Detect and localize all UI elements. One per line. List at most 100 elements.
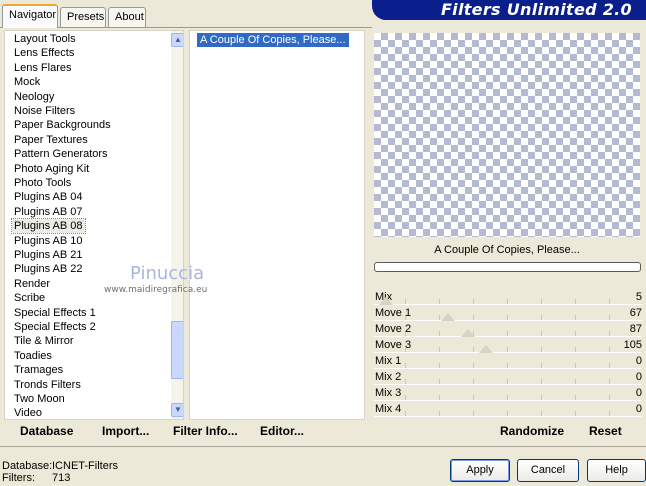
scroll-up-button[interactable]: ▲	[171, 33, 183, 47]
param-row[interactable]: Mix 2 0	[372, 370, 642, 386]
help-label: Help	[605, 464, 628, 476]
category-scrollbar[interactable]: ▲ ▼	[171, 31, 183, 419]
param-value: 0	[635, 355, 642, 367]
param-track	[374, 368, 642, 369]
editor-label: Editor...	[260, 424, 305, 438]
randomize-button[interactable]: Randomize	[500, 424, 564, 438]
category-item[interactable]: Two Moon	[12, 392, 67, 406]
param-track	[374, 320, 642, 321]
cancel-button[interactable]: Cancel	[517, 459, 579, 482]
param-slider-thumb[interactable]	[478, 345, 493, 353]
category-item[interactable]: Tramages	[12, 363, 65, 377]
param-track	[374, 416, 642, 417]
category-item[interactable]: Photo Aging Kit	[12, 162, 91, 176]
tab-presets[interactable]: Presets	[60, 7, 106, 27]
filter-info-button[interactable]: Filter Info...	[173, 424, 238, 438]
filters-status-label: Filters:	[2, 472, 35, 484]
param-value: 0	[635, 387, 642, 399]
apply-button[interactable]: Apply	[450, 459, 510, 482]
category-item[interactable]: Lens Flares	[12, 61, 73, 75]
category-item[interactable]: Neology	[12, 90, 56, 104]
category-item[interactable]: Tronds Filters	[12, 378, 83, 392]
param-value: 0	[635, 371, 642, 383]
category-list[interactable]: ▲ ▼ Layout Tools Lens Effects Lens Flares M…	[4, 30, 184, 420]
param-slider-thumb[interactable]	[440, 313, 455, 321]
category-item[interactable]: Render	[12, 277, 52, 291]
category-item[interactable]: Layout Tools	[12, 32, 78, 46]
param-value: 67	[629, 307, 642, 319]
param-row[interactable]: Mix 3 0	[372, 386, 642, 402]
category-item[interactable]: Toadies	[12, 349, 54, 363]
tab-label: About	[115, 11, 144, 23]
scroll-down-button[interactable]: ▼	[171, 403, 183, 417]
help-button[interactable]: Help	[587, 459, 646, 482]
category-item[interactable]: Photo Tools	[12, 176, 73, 190]
category-item[interactable]: Scribe	[12, 291, 47, 305]
tab-navigator[interactable]: Navigator	[2, 4, 58, 28]
category-item[interactable]: Plugins AB 04	[12, 190, 85, 204]
param-row[interactable]: Move 2 87	[372, 322, 642, 338]
param-label: Move 2	[375, 323, 412, 335]
category-item[interactable]: Plugins AB 22	[12, 262, 85, 276]
param-value: 87	[629, 323, 642, 335]
import-button[interactable]: Import...	[102, 424, 149, 438]
category-item[interactable]: Lens Effects	[12, 46, 76, 60]
category-item[interactable]: Plugins AB 08	[11, 218, 86, 235]
title-banner: Filters Unlimited 2.0	[372, 0, 646, 20]
filters-status-value: 713	[52, 472, 71, 484]
category-item[interactable]: Plugins AB 10	[12, 234, 85, 248]
param-value: 0	[635, 403, 642, 415]
progress-bar	[374, 262, 641, 272]
param-track	[374, 336, 642, 337]
category-item[interactable]: Paper Textures	[12, 133, 90, 147]
watermark-name: Pinuccia	[130, 263, 205, 284]
divider	[0, 446, 646, 447]
param-slider-thumb[interactable]	[461, 329, 476, 337]
import-label: Import...	[102, 424, 150, 438]
cancel-label: Cancel	[530, 464, 566, 476]
watermark-site: www.maidiregrafica.eu	[104, 285, 208, 295]
param-label: Mix 3	[375, 387, 402, 399]
category-item[interactable]: Plugins AB 07	[12, 205, 85, 219]
param-row[interactable]: Move 3 105	[372, 338, 642, 354]
reset-label: Reset	[589, 424, 622, 438]
param-track	[374, 304, 642, 305]
filter-info-label: Filter Info...	[173, 424, 238, 438]
param-value: 105	[623, 339, 642, 351]
param-track	[374, 400, 642, 401]
param-track	[374, 384, 642, 385]
database-label: Database	[20, 424, 74, 438]
category-item[interactable]: Noise Filters	[12, 104, 77, 118]
scroll-thumb[interactable]	[171, 321, 183, 379]
filter-list[interactable]: A Couple Of Copies, Please...	[189, 30, 365, 420]
category-item[interactable]: Pattern Generators	[12, 147, 110, 161]
database-status-label: Database:	[2, 460, 53, 472]
category-item[interactable]: Plugins AB 21	[12, 248, 85, 262]
database-status: Database: ICNET-Filters	[2, 460, 118, 472]
param-label: Move 1	[375, 307, 412, 319]
param-row[interactable]: Move 1 67	[372, 306, 642, 322]
app-title: Filters Unlimited 2.0	[440, 0, 632, 19]
category-item[interactable]: Mock	[12, 75, 42, 89]
database-status-value: ICNET-Filters	[52, 460, 118, 472]
category-item[interactable]: Special Effects 2	[12, 320, 98, 334]
category-item[interactable]: Video	[12, 406, 44, 419]
param-slider-thumb[interactable]	[379, 297, 394, 305]
param-row[interactable]: Mix 1 0	[372, 354, 642, 370]
category-item[interactable]: Paper Backgrounds	[12, 118, 113, 132]
param-row[interactable]: Mix 5	[372, 290, 642, 306]
tab-label: Navigator	[9, 9, 57, 21]
reset-button[interactable]: Reset	[589, 424, 622, 438]
param-label: Mix 1	[375, 355, 402, 367]
filters-status: Filters: 713	[2, 472, 70, 484]
param-track	[374, 352, 642, 353]
param-value: 5	[635, 291, 642, 303]
param-row[interactable]: Mix 4 0	[372, 402, 642, 418]
tab-about[interactable]: About	[108, 7, 146, 27]
param-label: Move 3	[375, 339, 412, 351]
category-item[interactable]: Tile & Mirror	[12, 334, 75, 348]
category-item[interactable]: Special Effects 1	[12, 306, 98, 320]
filter-item-selected[interactable]: A Couple Of Copies, Please...	[197, 33, 349, 47]
editor-button[interactable]: Editor...	[260, 424, 304, 438]
database-button[interactable]: Database	[20, 424, 73, 438]
